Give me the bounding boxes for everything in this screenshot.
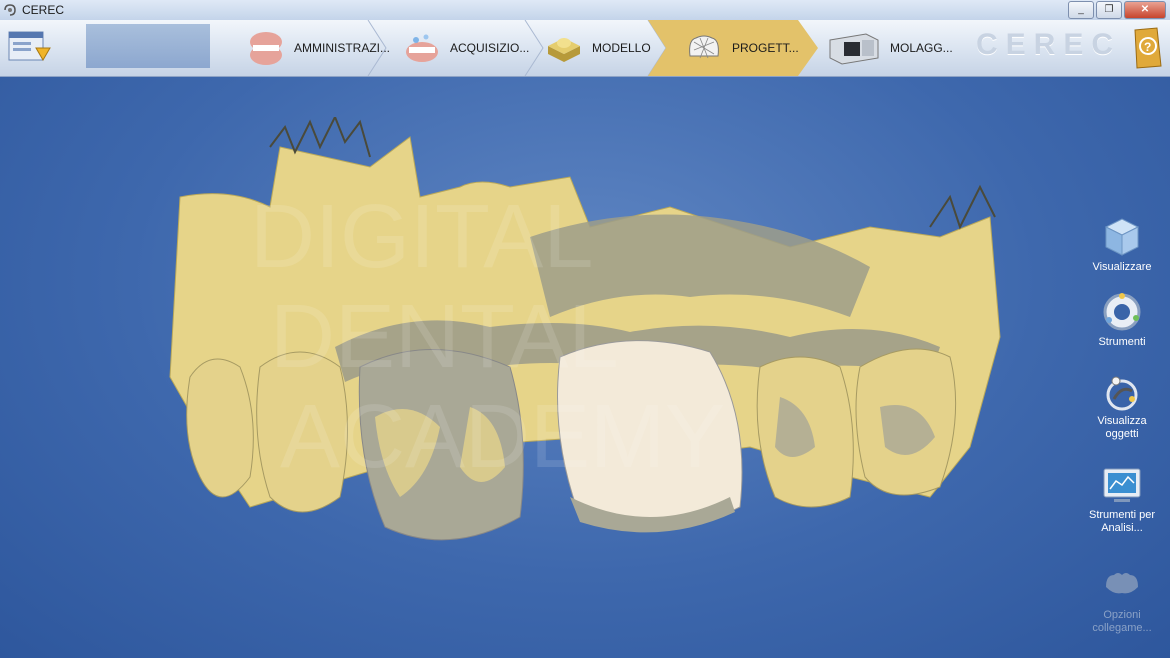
- window-title: CEREC: [22, 3, 65, 17]
- tools-tool[interactable]: Strumenti: [1088, 290, 1156, 349]
- step-model[interactable]: MODELLO: [544, 20, 651, 76]
- step-design-label: PROGETT...: [732, 41, 799, 55]
- cerec-logo: CEREC: [976, 28, 1122, 61]
- objects-view-icon: [1106, 376, 1138, 411]
- step-milling-label: MOLAGG...: [890, 41, 953, 55]
- main-menu-icon[interactable]: [6, 26, 52, 70]
- watermark-line-1: DIGITAL: [250, 187, 593, 287]
- connection-options-tool: Opzioni collegame...: [1088, 563, 1156, 635]
- jaw-admin-icon: [250, 32, 282, 65]
- connection-options-icon: [1106, 573, 1138, 594]
- workflow-toolbar: AMMINISTRAZI... ACQUISIZIO... MODELLO PR…: [0, 20, 1170, 77]
- patient-info-panel: [86, 24, 210, 68]
- connection-options-label: Opzioni collegame...: [1092, 609, 1152, 634]
- analysis-tool-label: Strumenti per Analisi...: [1088, 509, 1156, 534]
- restore-button[interactable]: ❐: [1096, 1, 1122, 19]
- step-administration-label: AMMINISTRAZI...: [294, 41, 390, 55]
- view-objects-tool-label: Visualizza oggetti: [1097, 415, 1147, 440]
- watermark-line-2: DENTAL: [270, 287, 618, 387]
- jaw-scan-icon: [406, 34, 438, 62]
- dental-model-3d[interactable]: DIGITAL DENTAL ACADEMY: [150, 117, 1010, 577]
- cube-view-icon: [1104, 218, 1140, 256]
- view-tool[interactable]: Visualizzare: [1088, 215, 1156, 274]
- tools-ring-icon: [1103, 293, 1141, 331]
- view-objects-tool[interactable]: Visualizza oggetti: [1088, 369, 1156, 441]
- help-icon[interactable]: ?: [1131, 26, 1165, 70]
- tools-tool-label: Strumenti: [1098, 336, 1146, 348]
- step-milling[interactable]: MOLAGG...: [826, 20, 953, 76]
- milling-machine-icon: [829, 33, 879, 65]
- watermark-line-3: ACADEMY: [280, 387, 725, 487]
- step-administration[interactable]: AMMINISTRAZI...: [246, 20, 390, 76]
- 3d-viewport[interactable]: DIGITAL DENTAL ACADEMY Visualizzare Stru…: [0, 77, 1170, 658]
- cerec-app-icon: [4, 4, 16, 16]
- window-titlebar: CEREC _ ❐ ✕: [0, 0, 1170, 21]
- step-acquisition-label: ACQUISIZIO...: [450, 41, 530, 55]
- svg-text:?: ?: [1144, 40, 1151, 54]
- minimize-button[interactable]: _: [1068, 1, 1094, 19]
- close-button[interactable]: ✕: [1124, 1, 1166, 19]
- view-tool-label: Visualizzare: [1092, 261, 1152, 273]
- step-acquisition[interactable]: ACQUISIZIO...: [402, 20, 529, 76]
- analysis-tool[interactable]: Strumenti per Analisi...: [1088, 463, 1156, 535]
- crown-design-icon: [689, 35, 719, 59]
- step-model-label: MODELLO: [592, 41, 651, 55]
- analysis-monitor-icon: [1103, 468, 1141, 502]
- step-design[interactable]: PROGETT...: [684, 20, 799, 76]
- model-icon: [548, 38, 580, 62]
